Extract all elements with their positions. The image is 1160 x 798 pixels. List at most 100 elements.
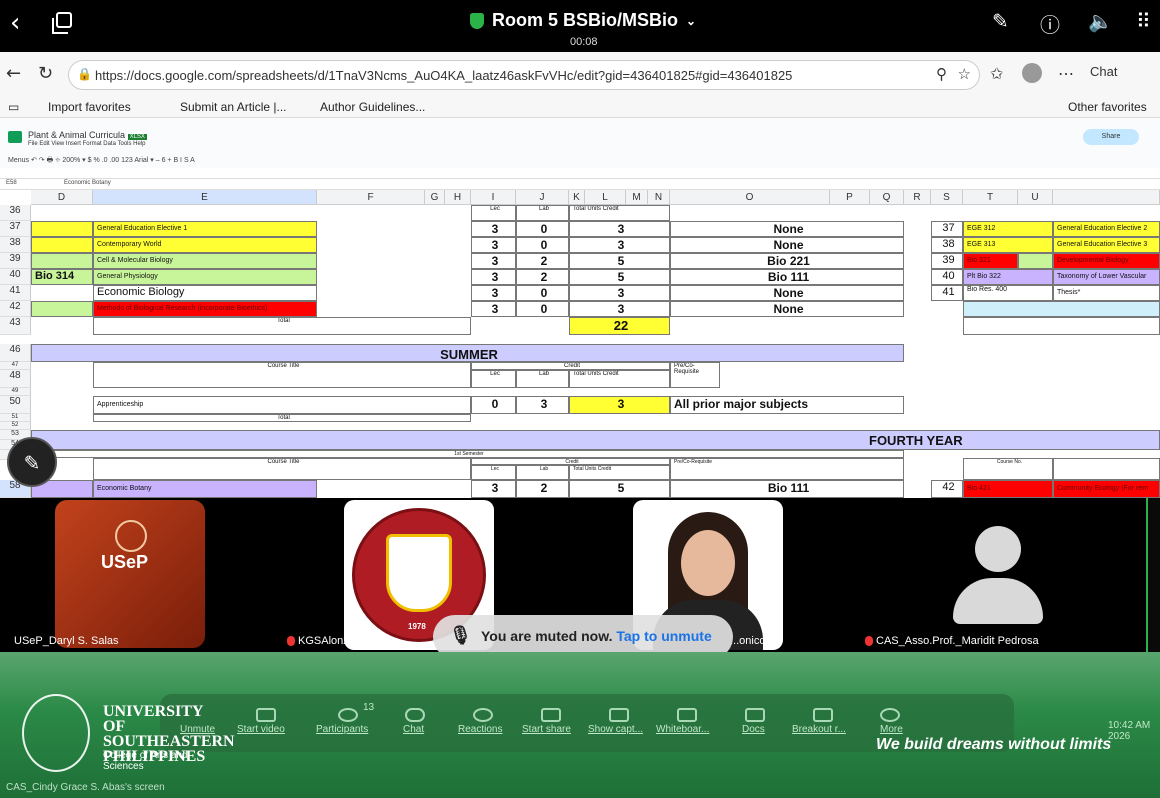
column-header[interactable]: M [626, 190, 648, 205]
spreadsheet-grid[interactable]: D E F G H I J K L M N O P Q R S T U 36 3… [0, 190, 1160, 498]
video-icon[interactable] [256, 708, 276, 722]
column-header[interactable]: F [317, 190, 425, 205]
cell-lab[interactable]: 2 [516, 253, 569, 269]
participants-button[interactable]: Participants [316, 724, 368, 735]
cell-course-title[interactable]: Contemporary World [93, 237, 317, 253]
cell-course-title[interactable]: General Physiology [93, 269, 317, 285]
column-header[interactable]: S [931, 190, 963, 205]
cell-units[interactable]: 3 [569, 301, 670, 317]
cell-course-title[interactable]: Methods of Biological Research (incorpor… [93, 301, 317, 317]
cell-course-title[interactable]: Developmental Biology [1053, 253, 1160, 269]
doc-title[interactable]: Plant & Animal Curricula XLSX [28, 130, 147, 140]
cell-prereq[interactable]: Bio 111 [670, 480, 904, 498]
cell-lec[interactable]: 3 [471, 480, 516, 498]
cell-course-title[interactable]: General Education Elective 3 [1053, 237, 1160, 253]
whiteboard-button[interactable]: Whiteboar... [656, 724, 709, 735]
cell-lab[interactable]: 2 [516, 269, 569, 285]
more-icon[interactable]: ⋯ [1058, 64, 1074, 84]
cell-prereq[interactable]: None [670, 221, 904, 237]
cell-course-title[interactable]: General Education Elective 1 [93, 221, 317, 237]
share-icon[interactable] [541, 708, 561, 722]
cell-reference[interactable]: E58 [6, 180, 17, 186]
reactions-icon[interactable] [473, 708, 493, 722]
cell-number[interactable]: 41 [931, 285, 963, 301]
docs-icon[interactable] [745, 708, 765, 722]
refresh-icon[interactable]: ↻ [38, 63, 53, 84]
row-number[interactable]: 46 [0, 344, 31, 362]
cell[interactable] [31, 253, 93, 269]
participant-tile-partial[interactable] [1146, 498, 1160, 652]
row-number[interactable]: 40 [0, 269, 31, 285]
url-field[interactable]: 🔒 https://docs.google.com/spreadsheets/d… [68, 60, 980, 90]
cell-units[interactable]: 5 [569, 253, 670, 269]
cell-lec[interactable]: 3 [471, 301, 516, 317]
column-header[interactable]: G [425, 190, 445, 205]
avatar[interactable] [1022, 63, 1042, 83]
column-header[interactable]: P [830, 190, 870, 205]
column-header[interactable]: Q [870, 190, 904, 205]
cell-lab[interactable]: 3 [516, 396, 569, 414]
cell-code[interactable]: Plt Bio 322 [963, 269, 1053, 285]
column-header[interactable]: J [516, 190, 569, 205]
cell-total-label[interactable]: Total [93, 414, 471, 422]
speaker-icon[interactable]: 🔈 [1088, 9, 1113, 33]
cell-units[interactable]: 5 [569, 480, 670, 498]
row-number[interactable]: 36 [0, 205, 31, 221]
cell-course-title[interactable]: Cell & Molecular Biology [93, 253, 317, 269]
cell-total-label[interactable]: Total [93, 317, 471, 335]
cell[interactable] [31, 221, 93, 237]
cell-number[interactable]: 42 [931, 480, 963, 498]
column-header[interactable]: D [31, 190, 93, 205]
column-header[interactable]: L [585, 190, 626, 205]
cell-lab[interactable]: 0 [516, 285, 569, 301]
cell-code[interactable]: Bio 421 [963, 480, 1053, 498]
row-number[interactable]: 42 [0, 301, 31, 317]
menu-bar[interactable]: File Edit View Insert Format Data Tools … [28, 141, 146, 147]
unmute-link[interactable]: Tap to unmute [616, 628, 711, 644]
cell-course-title[interactable]: Economic Botany [93, 480, 317, 498]
row-number[interactable]: 39 [0, 253, 31, 269]
favorite-guidelines[interactable]: Author Guidelines... [320, 100, 425, 114]
cell-code[interactable]: Bio 314 [31, 269, 93, 285]
section-fourth-year[interactable]: FOURTH YEAR [31, 430, 1160, 450]
column-header[interactable] [1053, 190, 1160, 205]
cell-lab[interactable]: 0 [516, 301, 569, 317]
cell-number[interactable]: 38 [931, 237, 963, 253]
cell-course-title[interactable]: Thesis* [1053, 285, 1160, 301]
breakout-button[interactable]: Breakout r... [792, 724, 846, 735]
cell-code[interactable]: Bio Res. 400 [963, 285, 1053, 301]
cell-course-title[interactable]: Apprenticeship [93, 396, 471, 414]
column-header[interactable]: T [963, 190, 1018, 205]
cell-units[interactable]: 5 [569, 269, 670, 285]
column-header[interactable]: O [670, 190, 830, 205]
cell-lec[interactable]: 3 [471, 237, 516, 253]
toolbar[interactable]: Menus ↶ ↷ 🖶 ⌖ 200% ▾ $ % .0 .00 123 Aria… [8, 156, 195, 167]
cell-number[interactable]: 37 [931, 221, 963, 237]
cell-prereq[interactable]: Bio 111 [670, 269, 904, 285]
start-video-button[interactable]: Start video [237, 724, 285, 735]
cell-units[interactable]: 3 [569, 396, 670, 414]
share-button[interactable]: Share [1083, 129, 1139, 145]
row-number[interactable]: 38 [0, 237, 31, 253]
cell-number[interactable]: 39 [931, 253, 963, 269]
cell-code[interactable]: EGE 312 [963, 221, 1053, 237]
cell-course-title[interactable]: Community Ecology (For rem [1053, 480, 1160, 498]
favorites-icon[interactable]: ✩ [990, 64, 1003, 84]
row-number[interactable]: 50 [0, 396, 31, 414]
more-icon[interactable] [880, 708, 900, 722]
column-header[interactable]: K [569, 190, 585, 205]
section-summer[interactable]: SUMMER [31, 344, 904, 362]
cell[interactable] [31, 237, 93, 253]
reactions-button[interactable]: Reactions [458, 724, 502, 735]
cell-code[interactable]: Bio 321 [963, 253, 1018, 269]
annotate-pencil-button[interactable]: ✎ [7, 437, 57, 487]
cell-total-units[interactable]: 22 [569, 317, 670, 335]
participant-tile[interactable]: USeP USeP_Daryl S. Salas [8, 498, 268, 652]
row-number[interactable]: 48 [0, 370, 31, 388]
cell-course-title[interactable]: Economic Biology [93, 285, 317, 301]
column-header[interactable]: E [93, 190, 317, 205]
cell[interactable] [31, 301, 93, 317]
row-number[interactable]: 37 [0, 221, 31, 237]
column-header[interactable]: I [471, 190, 516, 205]
star-icon[interactable]: ☆ [958, 65, 971, 83]
